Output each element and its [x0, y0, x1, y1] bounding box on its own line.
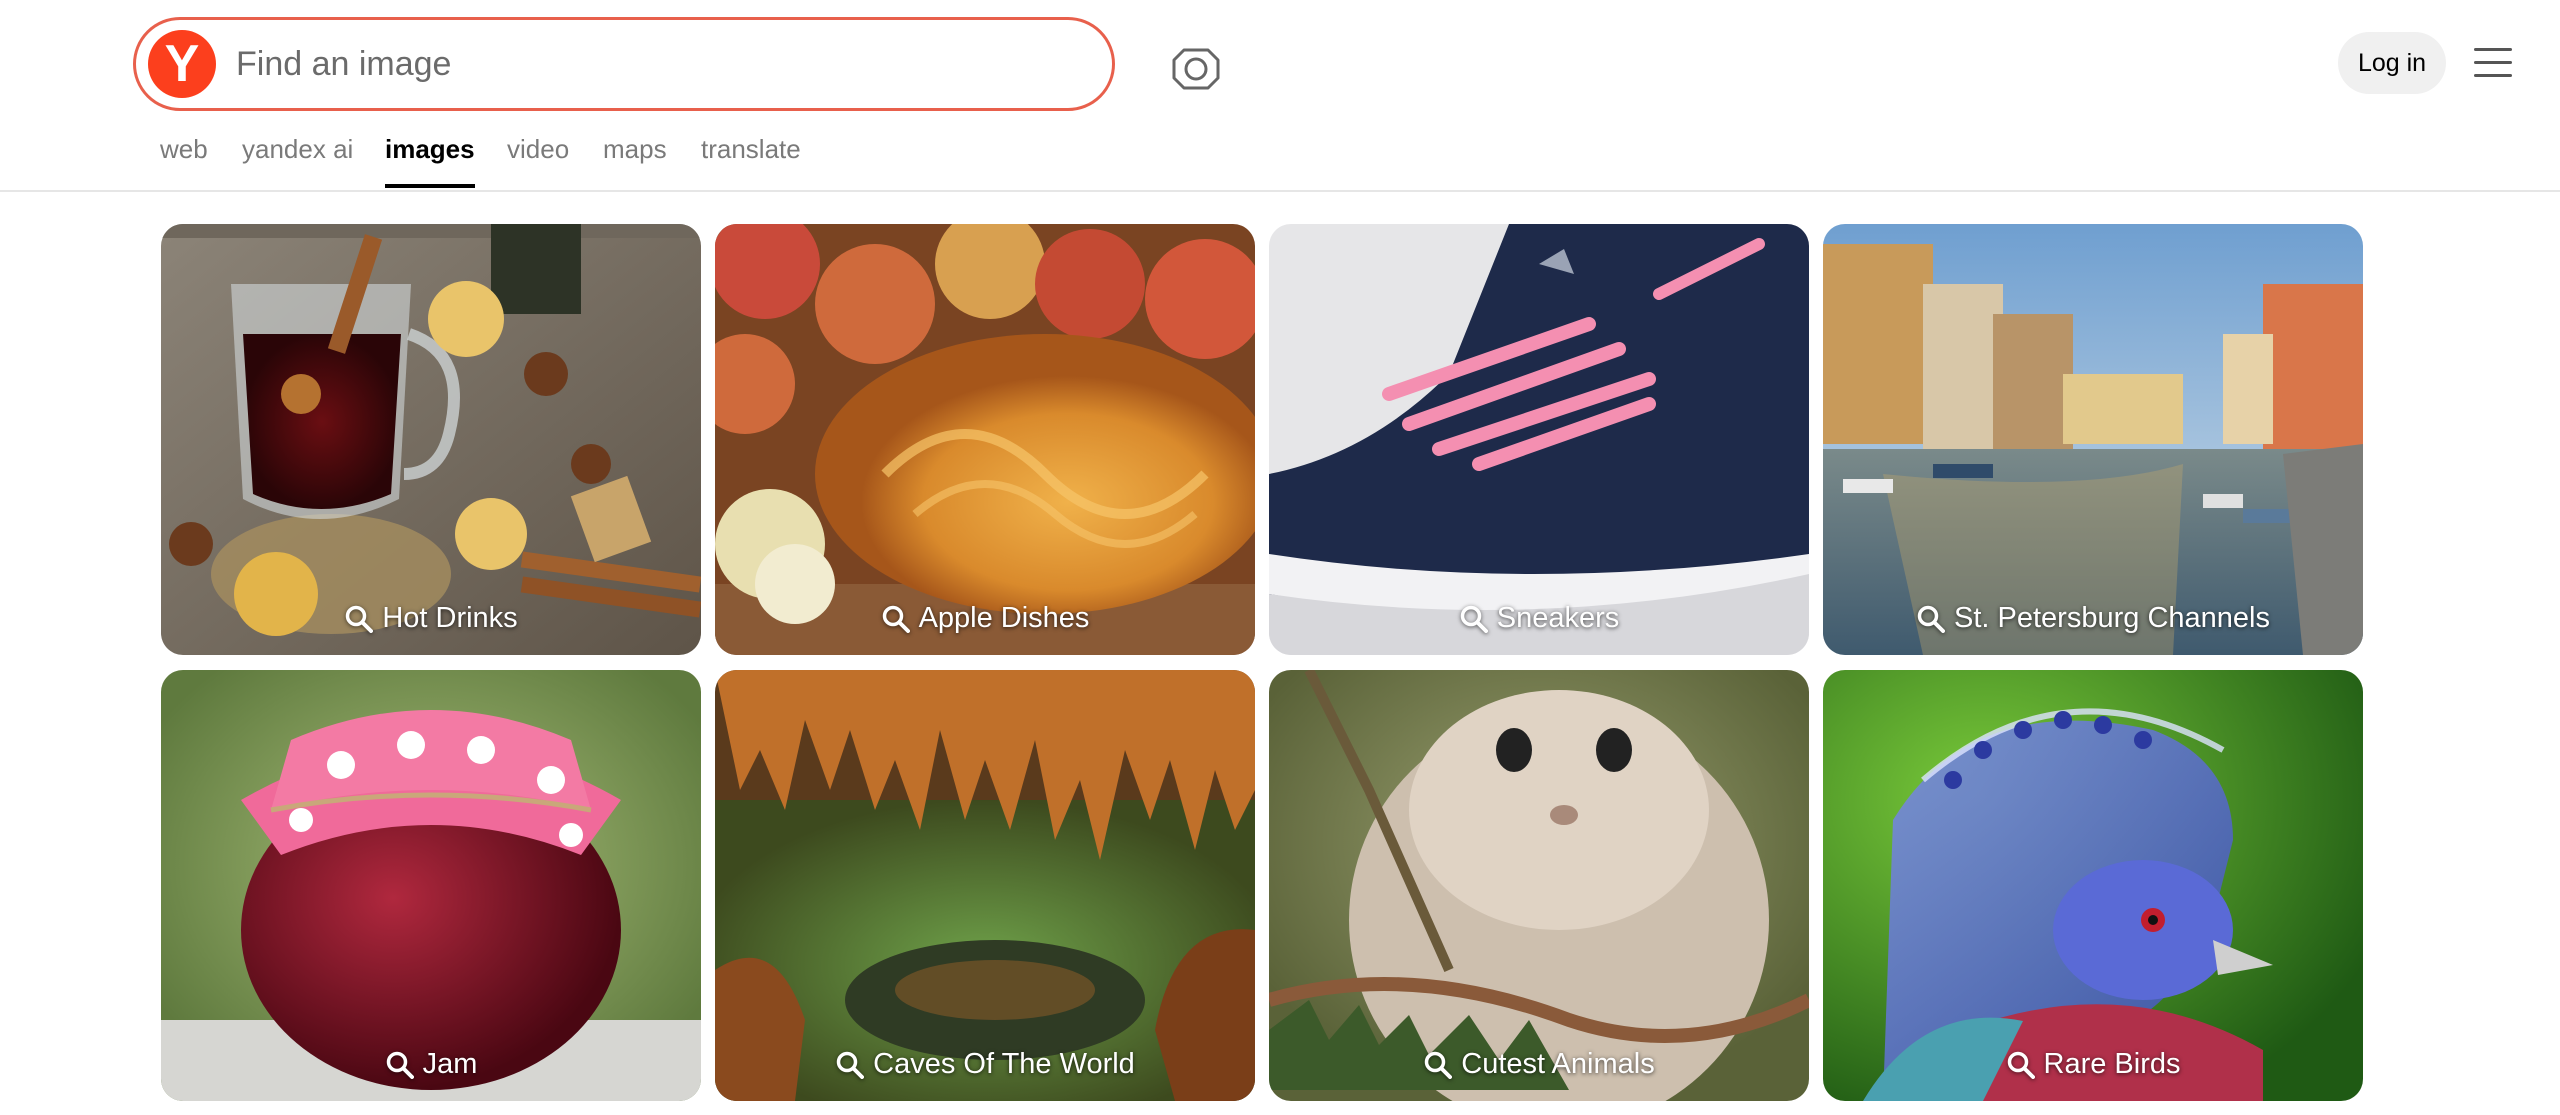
- category-tile-hot-drinks[interactable]: Hot Drinks: [161, 224, 701, 655]
- search-icon: [1425, 1051, 1453, 1079]
- tab-images[interactable]: images: [385, 134, 475, 165]
- tile-caption: Cutest Animals: [1269, 1048, 1809, 1081]
- search-icon: [386, 1051, 414, 1079]
- tile-label: Sneakers: [1496, 602, 1620, 634]
- tile-label: Hot Drinks: [382, 602, 518, 634]
- category-tile-caves-of-the-world[interactable]: Caves Of The World: [715, 670, 1255, 1101]
- st-petersburg-channels-image: [1823, 224, 2363, 655]
- camera-search-icon[interactable]: [1168, 38, 1224, 94]
- tile-label: Jam: [422, 1048, 478, 1080]
- tile-caption: Apple Dishes: [715, 602, 1255, 635]
- category-tile-st-petersburg-channels[interactable]: St. Petersburg Channels: [1823, 224, 2363, 655]
- logo-letter: Y: [164, 35, 200, 93]
- category-tile-jam[interactable]: Jam: [161, 670, 701, 1101]
- search-icon: [1460, 605, 1488, 633]
- tile-label: Cutest Animals: [1461, 1048, 1655, 1080]
- tile-caption: Caves Of The World: [715, 1048, 1255, 1081]
- search-icon: [882, 605, 910, 633]
- search-box[interactable]: Y: [133, 17, 1115, 111]
- tab-yandex-ai[interactable]: yandex ai: [242, 134, 353, 165]
- category-tile-sneakers[interactable]: Sneakers: [1269, 224, 1809, 655]
- search-icon: [1917, 605, 1946, 633]
- tab-maps[interactable]: maps: [603, 134, 667, 165]
- jam-image: [161, 670, 701, 1101]
- sneakers-image: [1269, 224, 1809, 655]
- search-input[interactable]: [236, 34, 1076, 94]
- tile-caption: Rare Birds: [1823, 1048, 2363, 1081]
- tile-label: Apple Dishes: [918, 602, 1090, 634]
- tile-caption: St. Petersburg Channels: [1823, 602, 2363, 635]
- login-button[interactable]: Log in: [2338, 32, 2446, 94]
- category-tile-apple-dishes[interactable]: Apple Dishes: [715, 224, 1255, 655]
- category-tile-rare-birds[interactable]: Rare Birds: [1823, 670, 2363, 1101]
- hamburger-menu-icon[interactable]: [2474, 46, 2514, 80]
- search-icon: [2007, 1051, 2035, 1079]
- tile-caption: Jam: [161, 1048, 701, 1081]
- search-icon: [836, 1051, 865, 1079]
- cutest-animals-image: [1269, 670, 1809, 1101]
- hot-drinks-image: [161, 224, 701, 655]
- header: Y Log in web yandex ai images video maps…: [0, 0, 2560, 192]
- active-tab-underline: [385, 184, 475, 188]
- yandex-logo[interactable]: Y: [148, 30, 216, 98]
- tab-web[interactable]: web: [160, 134, 208, 165]
- tile-label: Caves Of The World: [873, 1048, 1135, 1080]
- tile-label: Rare Birds: [2043, 1048, 2181, 1080]
- caves-of-the-world-image: [715, 670, 1255, 1101]
- category-tile-cutest-animals[interactable]: Cutest Animals: [1269, 670, 1809, 1101]
- tile-caption: Sneakers: [1269, 602, 1809, 635]
- apple-dishes-image: [715, 224, 1255, 655]
- tile-label: St. Petersburg Channels: [1954, 602, 2270, 634]
- tab-video[interactable]: video: [507, 134, 569, 165]
- tab-translate[interactable]: translate: [701, 134, 801, 165]
- search-icon: [346, 605, 374, 633]
- tile-caption: Hot Drinks: [161, 602, 701, 635]
- rare-birds-image: [1823, 670, 2363, 1101]
